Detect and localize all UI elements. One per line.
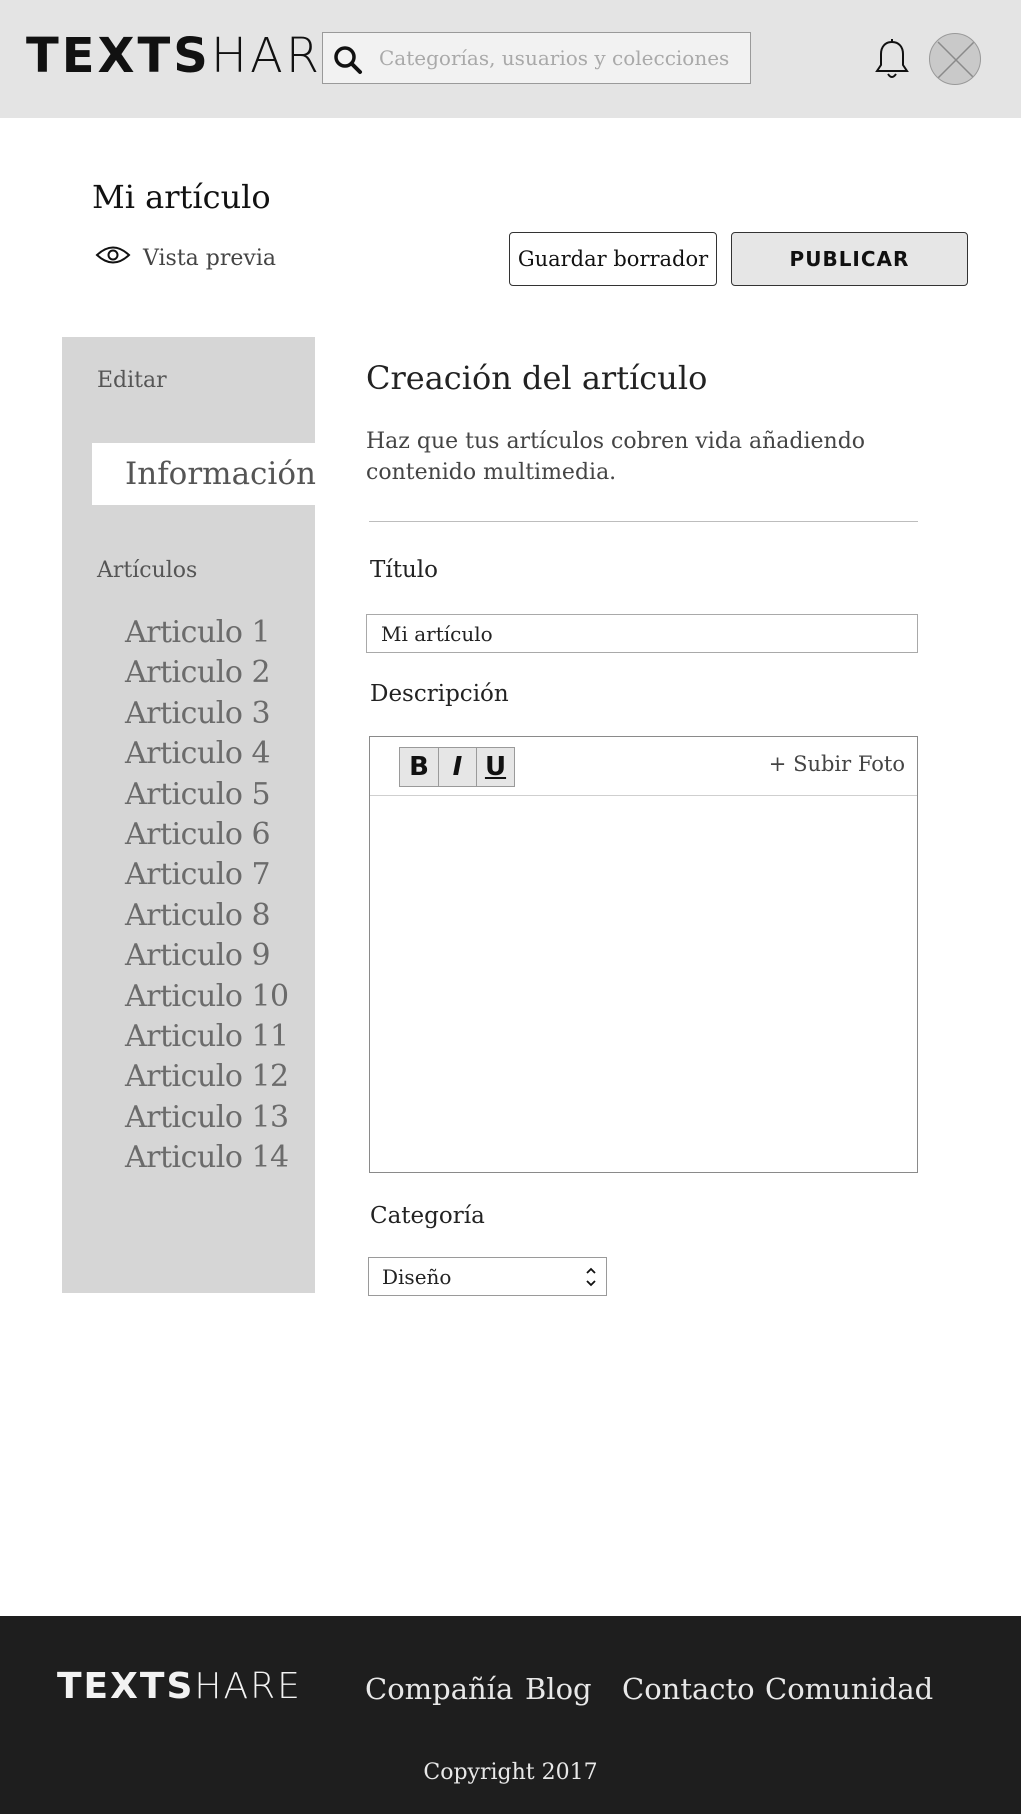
bold-button[interactable]: B [400,748,438,786]
underline-button[interactable]: U [476,748,514,786]
article-item[interactable]: Articulo 11 [125,1017,289,1057]
upload-photo-button[interactable]: + Subir Foto [769,752,905,776]
editor-text-area[interactable] [370,796,917,1172]
article-item[interactable]: Articulo 10 [125,977,289,1017]
article-item[interactable]: Articulo 3 [125,694,289,734]
sidebar: Editar Información Artículos Articulo 1 … [62,337,316,1293]
title-label: Título [370,557,438,583]
section-heading: Creación del artículo [366,359,708,397]
footer-link-comunidad[interactable]: Comunidad [765,1672,933,1706]
divider [369,521,918,522]
sidebar-item-informacion[interactable]: Información [92,443,316,505]
description-label: Descripción [370,681,509,707]
publish-button[interactable]: PUBLICAR [731,232,968,286]
footer: TEXTSHARE Compañía Blog Contacto Comunid… [0,1616,1021,1814]
category-value: Diseño [382,1264,452,1289]
footer-link-compania[interactable]: Compañía [365,1672,513,1706]
article-item[interactable]: Articulo 6 [125,815,289,855]
article-item[interactable]: Articulo 2 [125,653,289,693]
top-header: TEXTSHARE [0,0,1021,118]
logo-bold: TEXTS [26,28,211,84]
save-draft-button[interactable]: Guardar borrador [509,232,717,286]
page-title: Mi artículo [92,178,271,216]
search-input[interactable] [379,33,739,83]
description-editor: B I U + Subir Foto [369,736,918,1173]
article-item[interactable]: Articulo 5 [125,775,289,815]
article-item[interactable]: Articulo 8 [125,896,289,936]
category-label: Categoría [370,1203,485,1229]
italic-button[interactable]: I [438,748,476,786]
footer-link-contacto[interactable]: Contacto [622,1672,755,1706]
footer-logo[interactable]: TEXTSHARE [57,1669,302,1705]
format-button-group: B I U [399,747,515,787]
article-item[interactable]: Articulo 4 [125,734,289,774]
logo[interactable]: TEXTSHARE [26,32,355,80]
title-input[interactable] [366,614,918,653]
eye-icon [95,244,131,272]
avatar[interactable] [929,33,981,85]
bell-icon[interactable] [872,38,912,86]
search-icon[interactable] [333,45,363,79]
article-item[interactable]: Articulo 7 [125,855,289,895]
chevron-updown-icon [584,1264,598,1295]
section-description: Haz que tus artículos cobren vida añadie… [366,429,866,485]
editor-toolbar: B I U + Subir Foto [370,737,917,796]
preview-link[interactable]: Vista previa [95,244,276,272]
sidebar-item-label: Información [125,456,316,492]
article-list: Articulo 1 Articulo 2 Articulo 3 Articul… [125,613,289,1178]
footer-link-blog[interactable]: Blog [525,1672,592,1706]
category-select[interactable]: Diseño [368,1257,607,1296]
article-item[interactable]: Articulo 12 [125,1057,289,1097]
footer-logo-light: HARE [194,1666,302,1707]
sidebar-heading-articles: Artículos [97,558,198,583]
search-bar [322,32,751,84]
preview-label: Vista previa [143,245,276,271]
footer-logo-bold: TEXTS [57,1666,195,1707]
article-item[interactable]: Articulo 1 [125,613,289,653]
sidebar-heading-edit: Editar [97,368,167,393]
article-item[interactable]: Articulo 9 [125,936,289,976]
article-item[interactable]: Articulo 14 [125,1138,289,1178]
article-item[interactable]: Articulo 13 [125,1098,289,1138]
copyright-text: Copyright 2017 [423,1760,598,1785]
